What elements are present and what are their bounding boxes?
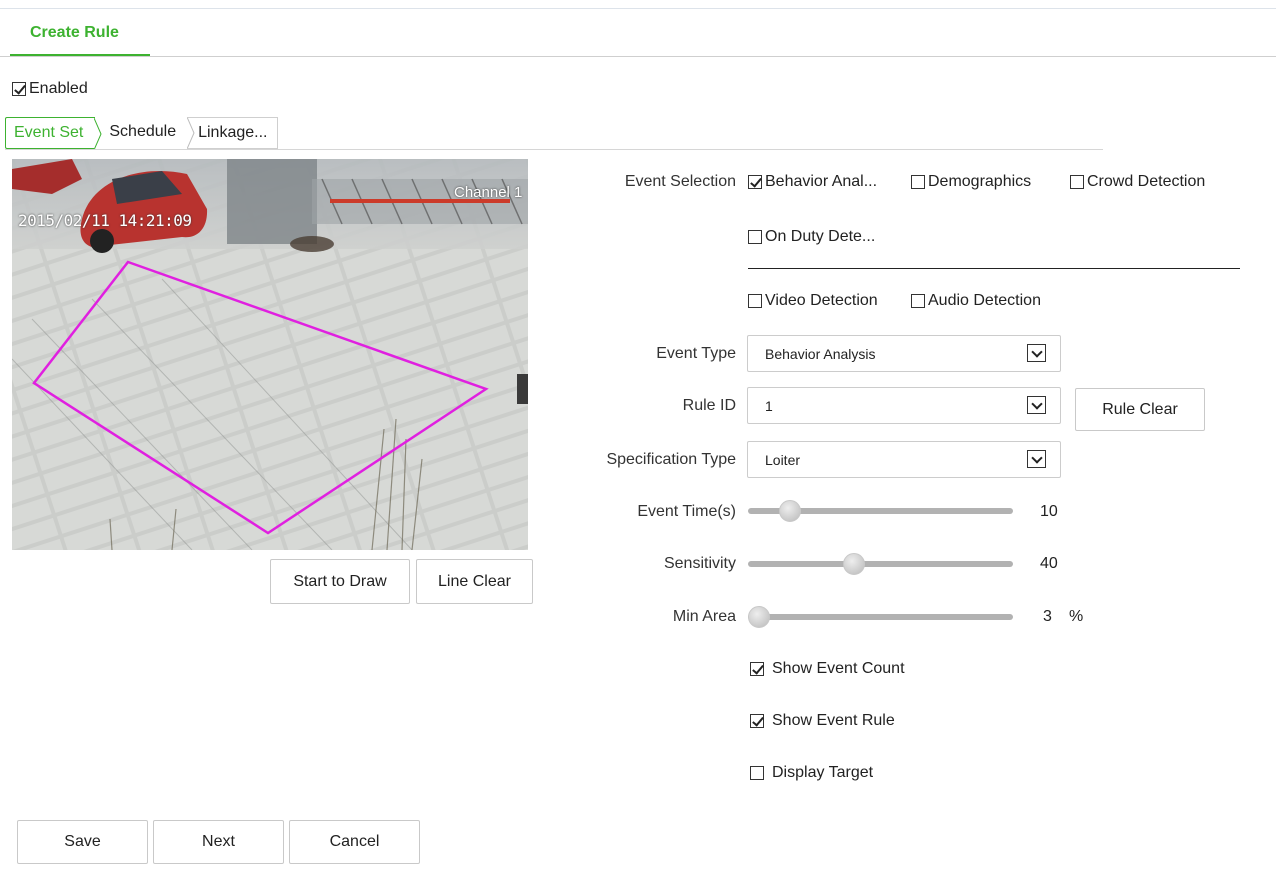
check-icon — [748, 175, 762, 189]
audio-detection-label: Audio Detection — [928, 292, 1041, 309]
enabled-check-icon — [12, 82, 26, 96]
demographics-checkbox[interactable]: Demographics — [911, 173, 1031, 191]
checkbox-icon — [911, 294, 925, 308]
video-detection-checkbox[interactable]: Video Detection — [748, 292, 878, 310]
sensitivity-slider-handle[interactable] — [843, 553, 865, 575]
step-schedule[interactable]: Schedule — [95, 117, 195, 149]
video-preview[interactable]: 2015/02/11 14:21:09 Channel 1 — [12, 159, 528, 550]
enabled-checkbox[interactable]: Enabled — [12, 80, 88, 98]
min-area-unit: % — [1069, 608, 1084, 625]
behavior-analysis-label: Behavior Anal... — [765, 173, 878, 190]
enabled-label: Enabled — [29, 80, 88, 97]
checkbox-icon — [1070, 175, 1084, 189]
min-area-value: 3 — [1043, 608, 1052, 625]
cancel-button[interactable]: Cancel — [289, 820, 420, 864]
step-event-set[interactable]: Event Set — [5, 117, 102, 150]
check-icon — [750, 662, 764, 676]
rule-id-select[interactable]: 1 — [747, 387, 1061, 424]
video-channel: Channel 1 — [454, 184, 523, 201]
header-divider — [0, 56, 1276, 57]
steps-divider — [5, 149, 1103, 150]
behavior-analysis-checkbox[interactable]: Behavior Anal... — [748, 173, 877, 191]
save-button[interactable]: Save — [17, 820, 148, 864]
show-event-count-label: Show Event Count — [772, 660, 905, 677]
show-event-rule-checkbox[interactable]: Show Event Rule — [750, 712, 895, 730]
sensitivity-slider[interactable] — [748, 553, 1013, 575]
check-icon — [750, 714, 764, 728]
wizard-steps: Event Set Schedule Linkage... — [5, 117, 279, 150]
min-area-label: Min Area — [672, 608, 736, 625]
event-type-select[interactable]: Behavior Analysis — [747, 335, 1061, 372]
chevron-down-icon — [1027, 396, 1046, 414]
step-event-set-label: Event Set — [14, 124, 84, 141]
video-timestamp: 2015/02/11 14:21:09 — [18, 211, 192, 230]
event-type-label: Event Type — [656, 345, 736, 362]
event-selection-label: Event Selection — [624, 173, 736, 190]
chevron-down-icon — [1027, 450, 1046, 468]
min-area-slider-handle[interactable] — [748, 606, 770, 628]
rule-id-value: 1 — [765, 398, 773, 414]
crowd-detection-checkbox[interactable]: Crowd Detection — [1070, 173, 1205, 191]
top-border — [0, 8, 1276, 9]
start-to-draw-button[interactable]: Start to Draw — [270, 559, 410, 604]
on-duty-detection-label: On Duty Dete... — [765, 228, 876, 245]
event-time-label: Event Time(s) — [637, 503, 736, 520]
event-time-value: 10 — [1040, 503, 1058, 520]
show-event-rule-label: Show Event Rule — [772, 712, 895, 729]
event-type-value: Behavior Analysis — [765, 346, 876, 362]
tab-create-rule[interactable]: Create Rule — [10, 14, 150, 57]
checkbox-icon — [750, 766, 764, 780]
event-selection-divider — [748, 268, 1240, 269]
display-target-label: Display Target — [772, 764, 874, 781]
show-event-count-checkbox[interactable]: Show Event Count — [750, 660, 905, 678]
checkbox-icon — [911, 175, 925, 189]
specification-type-label: Specification Type — [606, 451, 736, 468]
sensitivity-value: 40 — [1040, 555, 1058, 572]
specification-type-select[interactable]: Loiter — [747, 441, 1061, 478]
step-linkage-label: Linkage... — [198, 124, 268, 141]
audio-detection-checkbox[interactable]: Audio Detection — [911, 292, 1041, 310]
step-schedule-label: Schedule — [109, 123, 177, 140]
sensitivity-label: Sensitivity — [663, 555, 736, 572]
chevron-down-icon — [1027, 344, 1046, 362]
event-time-slider[interactable] — [748, 500, 1013, 522]
step-linkage[interactable]: Linkage... — [188, 117, 279, 149]
display-target-checkbox[interactable]: Display Target — [750, 764, 873, 782]
min-area-slider[interactable] — [748, 606, 1013, 628]
next-button[interactable]: Next — [153, 820, 284, 864]
specification-type-value: Loiter — [765, 452, 801, 468]
video-detection-label: Video Detection — [765, 292, 878, 309]
line-clear-button[interactable]: Line Clear — [416, 559, 533, 604]
checkbox-icon — [748, 294, 762, 308]
crowd-detection-label: Crowd Detection — [1087, 173, 1206, 190]
rule-clear-button[interactable]: Rule Clear — [1075, 388, 1205, 431]
tab-create-rule-label: Create Rule — [30, 24, 119, 41]
rule-id-label: Rule ID — [682, 397, 736, 414]
on-duty-detection-checkbox[interactable]: On Duty Dete... — [748, 228, 875, 246]
demographics-label: Demographics — [928, 173, 1032, 190]
event-time-slider-handle[interactable] — [779, 500, 802, 522]
checkbox-icon — [748, 230, 762, 244]
